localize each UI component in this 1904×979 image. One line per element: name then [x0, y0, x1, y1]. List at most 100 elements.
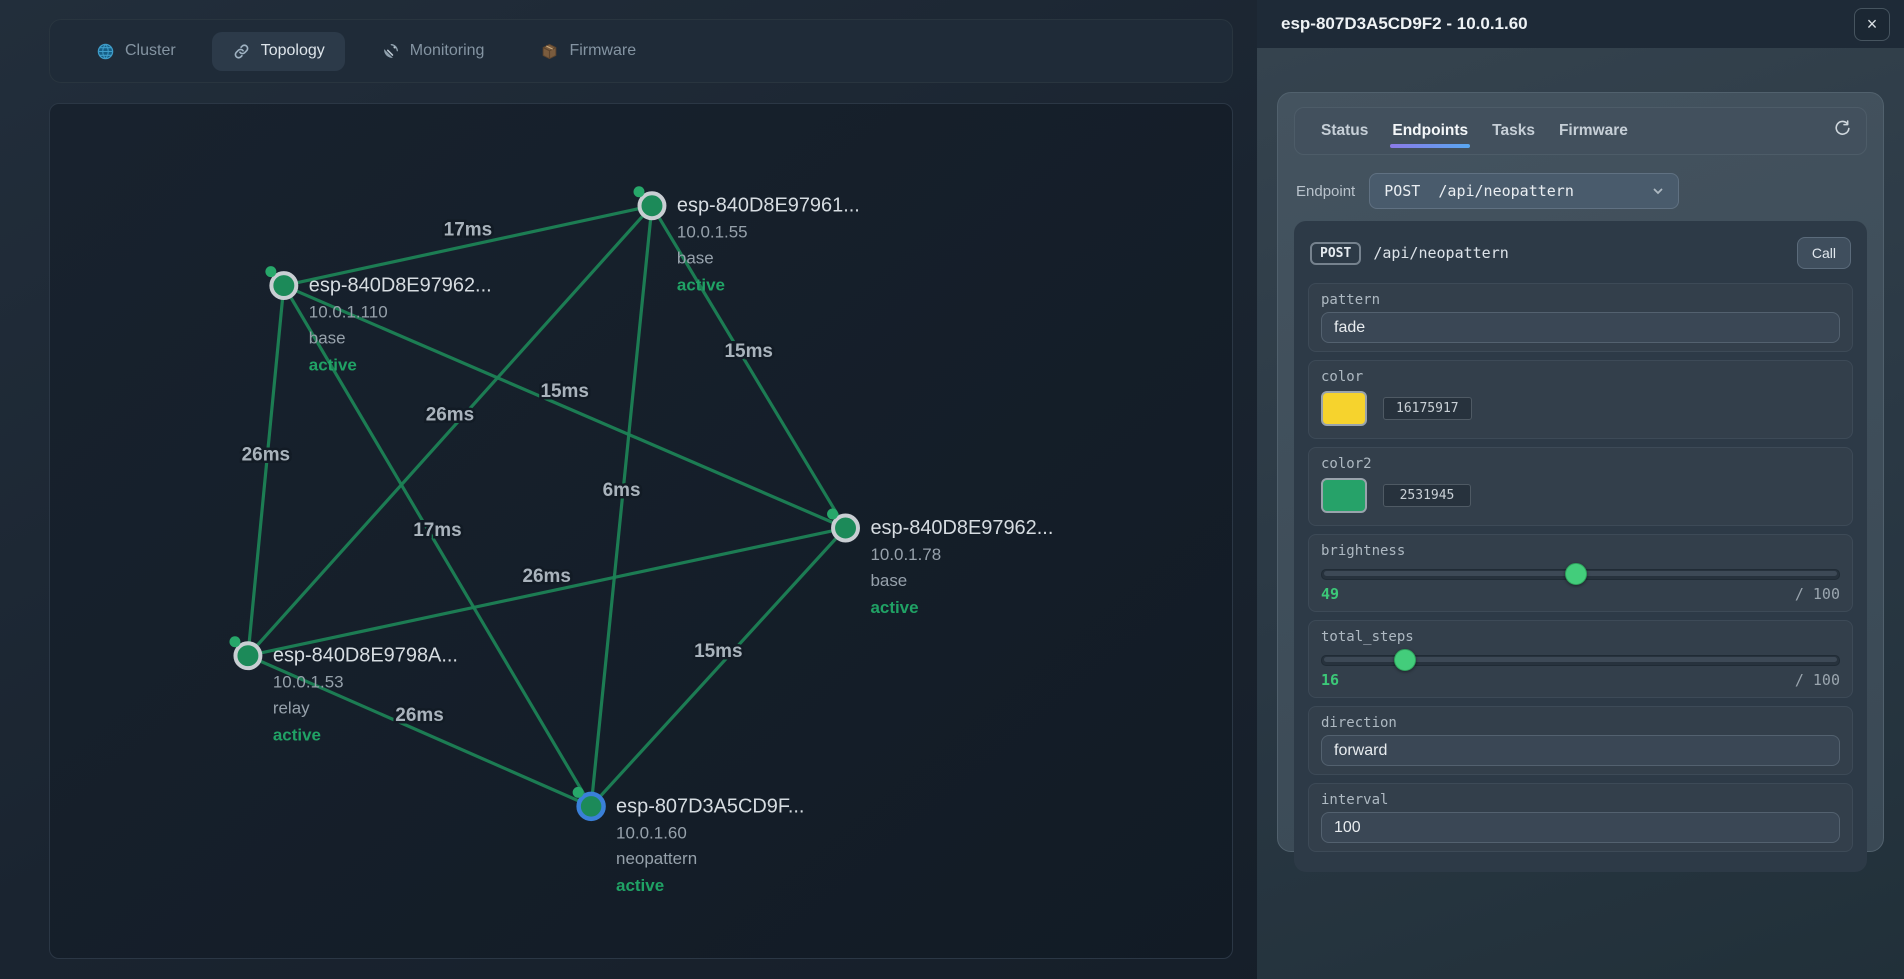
topology-node[interactable]: esp-840D8E97961...10.0.1.55baseactive: [634, 186, 860, 294]
topology-edge: [591, 528, 845, 806]
close-icon: ×: [1867, 14, 1878, 35]
node-status: active: [616, 876, 664, 895]
slider-current-value: 16: [1321, 671, 1339, 689]
device-detail-panel: esp-807D3A5CD9F2 - 10.0.1.60 × StatusEnd…: [1257, 0, 1904, 979]
endpoint-label: Endpoint: [1296, 183, 1355, 200]
nav-tab-firmware[interactable]: Firmware: [520, 32, 656, 71]
field-pattern: pattern: [1308, 283, 1853, 352]
call-button[interactable]: Call: [1797, 237, 1851, 269]
node-circle[interactable]: [235, 643, 260, 668]
node-role: base: [677, 249, 714, 268]
panel-tab-endpoints[interactable]: Endpoints: [1380, 108, 1480, 154]
field-label: color2: [1321, 456, 1840, 472]
color2-swatch[interactable]: [1321, 478, 1367, 513]
panel-tab-firmware[interactable]: Firmware: [1547, 108, 1640, 154]
topology-node[interactable]: esp-807D3A5CD9F...10.0.1.60neopatternact…: [573, 787, 805, 895]
edge-latency-label: 26ms: [426, 405, 474, 426]
node-circle-selected[interactable]: [579, 794, 604, 819]
edge-latency-label: 17ms: [444, 220, 492, 241]
method-badge: POST: [1310, 242, 1361, 265]
refresh-button[interactable]: [1833, 119, 1852, 143]
color2-value: 2531945: [1383, 484, 1471, 507]
field-label: total_steps: [1321, 629, 1840, 645]
node-circle[interactable]: [833, 516, 858, 541]
color-swatch[interactable]: [1321, 391, 1367, 426]
node-pulse-dot: [265, 266, 276, 277]
total_steps-slider[interactable]: [1321, 649, 1840, 669]
nav-tab-label: Monitoring: [410, 42, 485, 60]
slider-max-value: / 100: [1795, 671, 1840, 689]
nav-tab-label: Firmware: [569, 42, 636, 60]
edge-latency-label: 15ms: [540, 381, 588, 402]
topology-edge: [248, 286, 284, 656]
node-name: esp-840D8E97962...: [870, 517, 1053, 539]
node-name: esp-840D8E9798A...: [273, 645, 458, 667]
node-status: active: [870, 598, 918, 617]
node-circle[interactable]: [271, 273, 296, 298]
endpoint-card-header: POST /api/neopattern Call: [1310, 235, 1851, 271]
endpoint-select-value: POST /api/neopattern: [1384, 182, 1652, 200]
close-button[interactable]: ×: [1854, 8, 1890, 41]
color-row: 2531945: [1321, 476, 1840, 517]
interval-input[interactable]: [1321, 812, 1840, 843]
link-icon: [232, 42, 251, 61]
slider-max-value: / 100: [1795, 585, 1840, 603]
field-label: direction: [1321, 715, 1840, 731]
color-row: 16175917: [1321, 389, 1840, 430]
nav-tab-monitoring[interactable]: Monitoring: [361, 32, 505, 71]
topology-edge: [591, 206, 652, 807]
satellite-icon: [381, 42, 400, 61]
node-role: base: [309, 328, 346, 347]
main-nav: Cluster Topology Monitoring Firmware: [49, 19, 1233, 83]
node-pulse-dot: [827, 509, 838, 520]
panel-tab-tasks[interactable]: Tasks: [1480, 108, 1547, 154]
slider-value-row: 16 / 100: [1321, 671, 1840, 689]
endpoint-select[interactable]: POST /api/neopattern: [1369, 173, 1679, 209]
node-ip: 10.0.1.60: [616, 823, 687, 842]
field-label: pattern: [1321, 292, 1840, 308]
pattern-input[interactable]: [1321, 312, 1840, 343]
globe-icon: [96, 42, 115, 61]
edge-latency-label: 15ms: [694, 641, 742, 662]
node-ip: 10.0.1.78: [870, 545, 941, 564]
topology-edge: [248, 206, 652, 656]
field-interval: interval: [1308, 783, 1853, 852]
nav-tab-topology[interactable]: Topology: [212, 32, 345, 71]
direction-input[interactable]: [1321, 735, 1840, 766]
panel-tab-label: Status: [1321, 122, 1368, 140]
node-pulse-dot: [229, 636, 240, 647]
brightness-slider[interactable]: [1321, 563, 1840, 583]
color-value: 16175917: [1383, 397, 1472, 420]
node-role: base: [870, 571, 907, 590]
panel-card: Status Endpoints Tasks Firmware Endpoint PO…: [1277, 92, 1884, 852]
panel-tab-status[interactable]: Status: [1309, 108, 1380, 154]
panel-tab-label: Endpoints: [1392, 122, 1468, 140]
node-name: esp-840D8E97962...: [309, 275, 492, 297]
edge-latency-label: 15ms: [725, 341, 773, 362]
nav-tab-label: Cluster: [125, 42, 176, 60]
refresh-icon: [1833, 119, 1852, 143]
slider-thumb[interactable]: [1394, 649, 1416, 671]
panel-tab-label: Firmware: [1559, 122, 1628, 140]
topology-node[interactable]: esp-840D8E97962... 10.0.1.78 base active: [827, 509, 1053, 617]
nav-tabs: Cluster Topology Monitoring Firmware: [76, 32, 656, 71]
topology-edge: [284, 286, 846, 528]
nav-tab-label: Topology: [261, 42, 325, 60]
topology-canvas: 17ms15ms26ms6ms15ms26ms17ms26ms15ms26mse…: [49, 103, 1233, 959]
topology-edge: [248, 528, 846, 656]
app-window: Cluster Topology Monitoring Firmware 17ms 15…: [0, 0, 1904, 979]
panel-tabs: Status Endpoints Tasks Firmware: [1309, 108, 1640, 154]
node-ip: 10.0.1.110: [309, 303, 388, 322]
panel-tabbar: Status Endpoints Tasks Firmware: [1294, 107, 1867, 155]
slider-value-row: 49/ 100: [1321, 585, 1840, 603]
node-circle[interactable]: [640, 193, 665, 218]
node-role: neopattern: [616, 849, 697, 868]
field-brightness: brightness49/ 100: [1308, 534, 1853, 612]
node-status: active: [677, 276, 725, 295]
node-status: active: [273, 726, 321, 745]
node-ip: 10.0.1.53: [273, 673, 344, 692]
field-color2: color2 2531945: [1308, 447, 1853, 526]
slider-thumb[interactable]: [1565, 563, 1587, 585]
nav-tab-cluster[interactable]: Cluster: [76, 32, 196, 71]
edge-latency-label: 17ms: [413, 520, 461, 541]
